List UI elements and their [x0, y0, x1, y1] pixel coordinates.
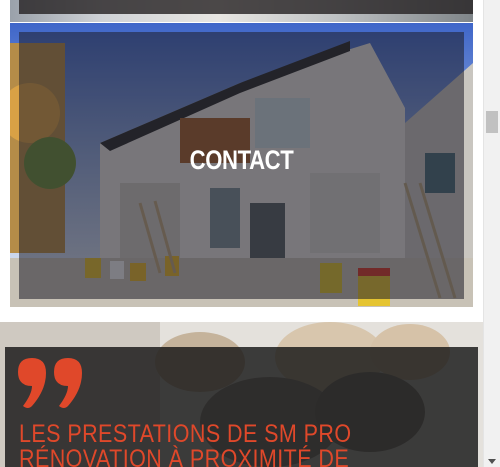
top-card-overlay	[19, 0, 473, 14]
contact-title[interactable]: CONTACT	[52, 145, 432, 176]
services-heading-line-1: LES PRESTATIONS DE SM PRO	[19, 420, 352, 448]
services-section: LES PRESTATIONS DE SM PRO RÉNOVATION À P…	[0, 322, 483, 467]
quote-icon	[18, 358, 82, 408]
page: CONTACT LES PRESTATIONS DE SM PRO RÉNOVA…	[0, 0, 500, 467]
scrollbar-thumb[interactable]	[486, 111, 498, 133]
contact-card[interactable]: CONTACT	[10, 23, 473, 307]
vertical-scrollbar[interactable]	[483, 0, 500, 467]
services-heading: LES PRESTATIONS DE SM PRO RÉNOVATION À P…	[19, 422, 380, 467]
top-image-card[interactable]	[10, 0, 473, 22]
services-heading-line-2: RÉNOVATION À PROXIMITÉ DE	[19, 445, 350, 467]
arrow-down-icon[interactable]	[488, 459, 496, 464]
